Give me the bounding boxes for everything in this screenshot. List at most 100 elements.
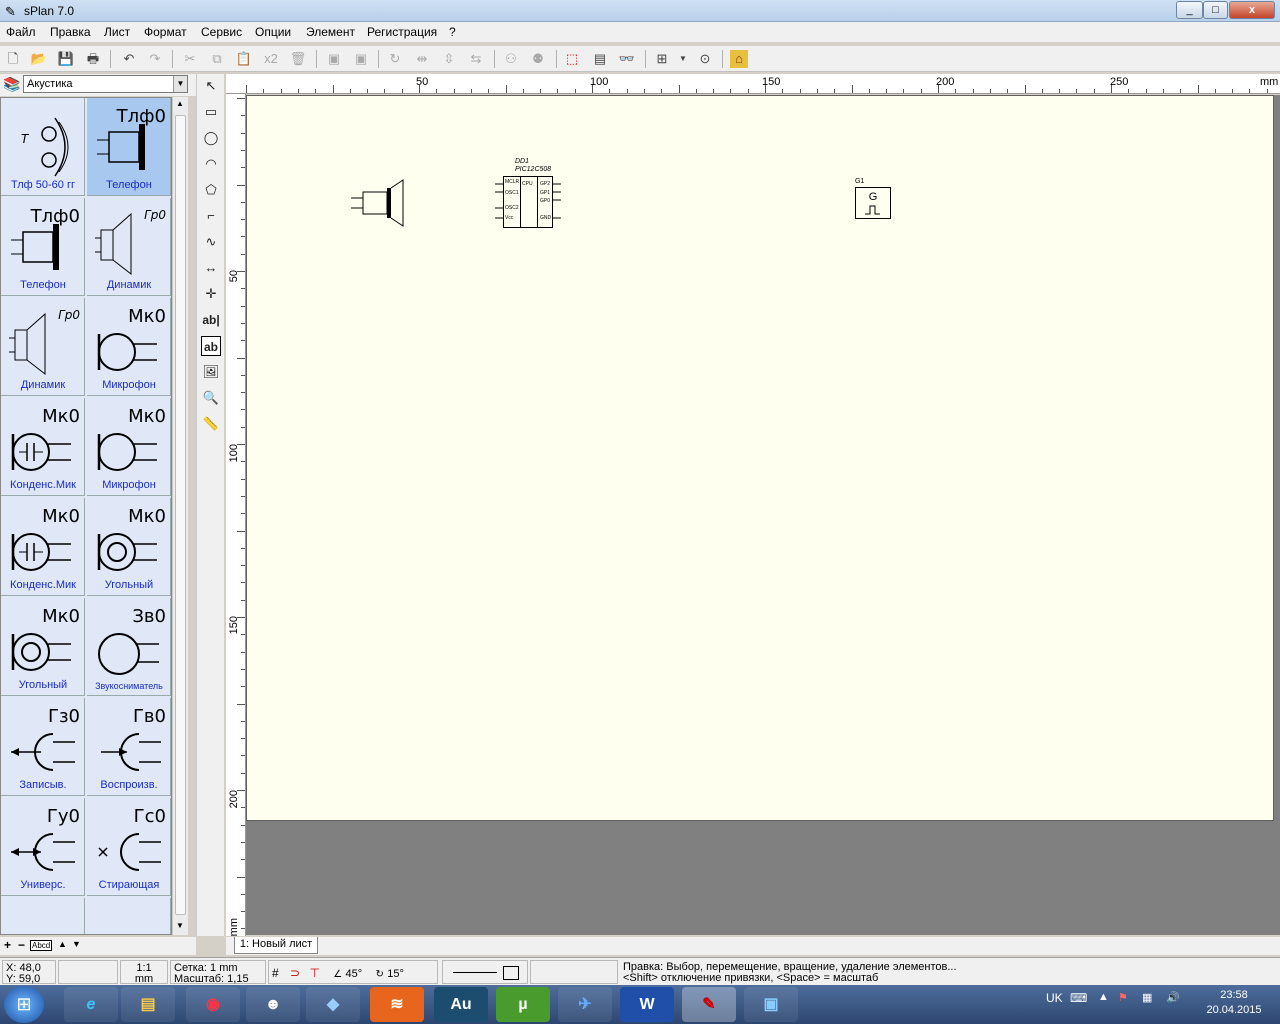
zoom-tool-icon[interactable]: 🔍 <box>201 388 221 408</box>
utorrent-icon[interactable]: µ <box>496 987 550 1022</box>
chevron-down-icon[interactable]: ▼ <box>677 50 689 68</box>
keyboard-icon[interactable]: ⌨ <box>1070 991 1087 1005</box>
remove-button[interactable]: − <box>18 938 25 952</box>
add-button[interactable]: + <box>4 938 11 952</box>
rotate-step-icon[interactable]: ↻ <box>376 969 384 980</box>
action-center-icon[interactable]: ⚑ <box>1118 991 1128 1004</box>
app-icon[interactable]: ◆ <box>306 987 360 1022</box>
pointer-icon[interactable]: ↖ <box>201 76 221 96</box>
mirror-horizontal-icon[interactable]: ⇹ <box>413 50 431 68</box>
ellipse-tool-icon[interactable]: ◯ <box>201 128 221 148</box>
chrome-icon[interactable]: ◉ <box>186 987 240 1022</box>
network-icon[interactable]: ▦ <box>1142 991 1152 1004</box>
audition-icon[interactable]: Au <box>434 987 488 1022</box>
paste-icon[interactable]: 📋 <box>235 50 253 68</box>
ungroup-icon[interactable]: ⚉ <box>529 50 547 68</box>
save-icon[interactable]: 💾 <box>57 50 75 68</box>
angle-15[interactable]: 15° <box>387 968 404 980</box>
library-item[interactable]: Гр0 Динамик <box>87 198 171 296</box>
arc-tool-icon[interactable]: ◠ <box>201 154 221 174</box>
library-item[interactable]: Гу0 Универс. <box>1 798 85 896</box>
library-select[interactable]: Акустика ▼ <box>23 75 188 93</box>
library-item[interactable]: Мк0 Угольный <box>87 498 171 596</box>
pin-snap-icon[interactable]: ⊤ <box>309 966 319 980</box>
menu-sheet[interactable]: Лист <box>104 25 130 39</box>
maximize-button[interactable]: □ <box>1203 1 1228 19</box>
menu-service[interactable]: Сервис <box>201 25 242 39</box>
angle-45[interactable]: 45° <box>346 968 363 980</box>
chevron-down-icon[interactable]: ▼ <box>173 76 187 92</box>
polygon-tool-icon[interactable]: ⬠ <box>201 180 221 200</box>
move-up-button[interactable]: ▲ <box>58 939 67 949</box>
list-icon[interactable]: ▤ <box>591 50 609 68</box>
minimize-button[interactable]: _ <box>1176 1 1203 19</box>
library-item[interactable]: Гв0 Воспроизв. <box>87 698 171 796</box>
image-tool-icon[interactable]: 🖼 <box>201 362 221 382</box>
open-folder-icon[interactable]: 📂 <box>30 50 48 68</box>
duplicate-button[interactable]: x2 <box>262 50 280 68</box>
menu-edit[interactable]: Правка <box>50 25 91 39</box>
tab-sheet-1[interactable]: 1: Новый лист <box>234 937 318 954</box>
line-style-panel[interactable] <box>442 960 528 984</box>
grid-icon[interactable]: ⊞ <box>653 50 671 68</box>
library-book-icon[interactable]: 📚 <box>3 76 20 93</box>
bom-icon[interactable]: ⬚ <box>563 50 581 68</box>
library-scrollbar[interactable]: ▲ ▼ <box>172 97 188 935</box>
redo-icon[interactable]: ↷ <box>146 50 164 68</box>
alien-app-icon[interactable]: ☻ <box>246 987 300 1022</box>
menu-element[interactable]: Элемент <box>306 25 355 39</box>
library-item[interactable]: Мк0 Микрофон <box>87 298 171 396</box>
generator-element[interactable]: G1 G <box>855 178 895 220</box>
library-item[interactable]: Мк0 Угольный <box>1 598 85 696</box>
rotate-icon[interactable]: ↻ <box>386 50 404 68</box>
scroll-down-icon[interactable]: ▼ <box>176 921 184 930</box>
library-item[interactable]: Гр0 Динамик <box>1 298 85 396</box>
clock[interactable]: 23:58 20.04.2015 <box>1198 989 1270 1016</box>
drawing-canvas[interactable]: DD1 PIC12C508 MCLR OSC1 OSC2 Vcc CPU GP2… <box>246 95 1280 935</box>
zoom-fit-icon[interactable]: ⊙ <box>696 50 714 68</box>
language-indicator[interactable]: UK <box>1046 991 1063 1005</box>
textbox-tool[interactable]: ab <box>201 336 221 356</box>
library-item[interactable]: Тлф0 Телефон <box>1 198 85 296</box>
menu-format[interactable]: Формат <box>144 25 187 39</box>
splan-extra-icon[interactable]: ⌂ <box>730 50 748 68</box>
junction-tool-icon[interactable]: ✛ <box>201 284 221 304</box>
tray-expand-icon[interactable]: ▲ <box>1098 991 1109 1003</box>
magnet-icon[interactable]: ⊃ <box>290 966 300 980</box>
plane-app-icon[interactable]: ✈ <box>558 987 612 1022</box>
image-viewer-icon[interactable]: ▣ <box>744 987 798 1022</box>
library-item[interactable]: Гз0 Записыв. <box>1 698 85 796</box>
start-button[interactable]: ⊞ <box>4 986 44 1023</box>
library-item[interactable]: T Тлф 50-60 гг <box>1 98 85 196</box>
angle-icon[interactable]: ∠ <box>333 969 342 980</box>
grid-snap-icon[interactable]: # <box>272 966 279 980</box>
close-button[interactable]: x <box>1229 1 1275 19</box>
copy-icon[interactable]: ⧉ <box>208 50 226 68</box>
scroll-up-icon[interactable]: ▲ <box>176 99 184 108</box>
cut-icon[interactable]: ✂ <box>181 50 199 68</box>
align-icon[interactable]: ⇆ <box>467 50 485 68</box>
library-item[interactable]: Зв0 Звукосниматель <box>87 598 171 696</box>
dimension-tool-icon[interactable]: ↔ <box>201 258 221 278</box>
library-item[interactable]: Гс0 Стирающая <box>87 798 171 896</box>
send-back-icon[interactable]: ▣ <box>352 50 370 68</box>
menu-help[interactable]: ? <box>449 25 456 39</box>
print-icon[interactable]: 🖶 <box>84 50 102 68</box>
mirror-vertical-icon[interactable]: ⇳ <box>440 50 458 68</box>
text-tool[interactable]: ab| <box>201 310 221 330</box>
splan-task-icon[interactable]: ✎ <box>682 987 736 1022</box>
binoculars-icon[interactable]: 👓 <box>618 50 636 68</box>
delete-icon[interactable]: 🗑 <box>289 50 307 68</box>
line-tool-icon[interactable]: ⌐ <box>201 206 221 226</box>
ie-icon[interactable]: e <box>64 987 118 1022</box>
menu-file[interactable]: Файл <box>6 25 36 39</box>
layers-app-icon[interactable]: ≋ <box>370 987 424 1022</box>
rename-button[interactable]: Abcd <box>30 940 53 951</box>
rectangle-tool-icon[interactable]: ▭ <box>201 102 221 122</box>
library-item[interactable]: Мк0 Микрофон <box>87 398 171 496</box>
drawing-sheet[interactable]: DD1 PIC12C508 MCLR OSC1 OSC2 Vcc CPU GP2… <box>246 95 1274 821</box>
library-item[interactable]: Мк0 Конденс.Мик <box>1 498 85 596</box>
group-icon[interactable]: ⚇ <box>502 50 520 68</box>
new-file-icon[interactable]: 🗋 <box>4 50 22 68</box>
bezier-tool-icon[interactable]: ∿ <box>201 232 221 252</box>
